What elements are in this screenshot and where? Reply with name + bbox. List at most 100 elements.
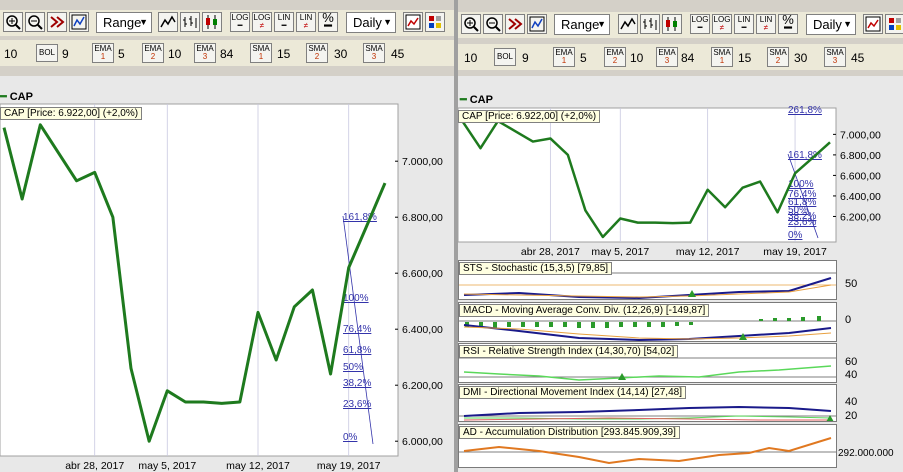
candlestick-icon[interactable] — [202, 12, 222, 32]
range-dropdown[interactable]: Range ▼ — [96, 12, 152, 33]
ad-pane[interactable]: AD - Accumulation Distribution [293.845.… — [458, 424, 837, 468]
sma2-button[interactable]: SMA 2 — [767, 47, 789, 67]
color-palette-icon[interactable] — [425, 12, 445, 32]
period-dropdown[interactable]: Daily ▼ — [806, 14, 856, 35]
chevron-down-icon: ▼ — [383, 17, 392, 27]
ema3-button[interactable]: EMA 3 — [194, 43, 216, 63]
stochastic-title: STS - Stochastic (15,3,5) [79,85] — [459, 262, 613, 275]
period-label: Daily — [353, 15, 382, 30]
y-tick-label: 6.200,00 — [840, 211, 881, 223]
ema1-value[interactable]: 5 — [118, 47, 125, 61]
range-label: Range — [103, 15, 142, 30]
zoom-in-icon[interactable] — [461, 14, 481, 34]
bol-label: BOL — [38, 48, 55, 57]
line-chart-icon[interactable] — [618, 14, 638, 34]
sma2-button[interactable]: SMA 2 — [306, 43, 328, 63]
linear-not-equal-icon[interactable]: LIN ≠ — [756, 14, 776, 34]
macd-pane[interactable]: MACD - Moving Average Conv. Div. (12,26,… — [458, 302, 837, 342]
sma3-index: 3 — [832, 56, 838, 65]
y-tick-label: 6.600,00 — [402, 268, 443, 280]
sma3-button[interactable]: SMA 3 — [824, 47, 846, 67]
log-not-equal-icon[interactable]: LOG ≠ — [712, 14, 732, 34]
log-scale-icon[interactable]: LOG ━ — [690, 14, 710, 34]
right-toolbar: Range ▼ LOG ━ LOG ≠ LIN ━ LIN ≠ % ━ Daily ▼ — [458, 12, 903, 38]
range-dropdown[interactable]: Range ▼ — [554, 14, 610, 35]
x-tick-label: may 12, 2017 — [226, 460, 290, 472]
ema2-index: 2 — [612, 56, 618, 65]
bollinger-button[interactable]: BOL — [494, 48, 516, 66]
ema2-value[interactable]: 10 — [630, 51, 643, 65]
ema2-value[interactable]: 10 — [168, 47, 181, 61]
ema2-button[interactable]: EMA 2 — [604, 47, 626, 67]
bar-chart-icon[interactable] — [180, 12, 200, 32]
ema2-button[interactable]: EMA 2 — [142, 43, 164, 63]
dmi-scale-20: 20 — [845, 410, 858, 422]
zoom-out-icon[interactable] — [25, 12, 45, 32]
dmi-pane[interactable]: DMI - Directional Movement Index (14,14)… — [458, 384, 837, 422]
ema1-button[interactable]: EMA 1 — [92, 43, 114, 63]
y-tick-label: 7.000,00 — [840, 129, 881, 141]
right-price-chart[interactable]: 261,8%161,8%100%76,4%61,8%50%38,2%23,6%0… — [458, 92, 903, 256]
bar-chart-icon[interactable] — [640, 14, 660, 34]
left-price-chart[interactable]: 161,8% 100% 76,4% 61,8% 50% 38,2% 23,6% 0% 7.00… — [0, 76, 454, 472]
ema1-button[interactable]: EMA 1 — [553, 47, 575, 67]
percent-scale-icon[interactable]: % ━ — [318, 11, 338, 32]
macd-title: MACD - Moving Average Conv. Div. (12,26,… — [459, 304, 710, 317]
color-palette-icon[interactable] — [885, 14, 903, 34]
ema3-value[interactable]: 84 — [681, 51, 694, 65]
zoom-out-icon[interactable] — [483, 14, 503, 34]
x-tick-label: may 5, 2017 — [138, 460, 196, 472]
chart-settings-icon[interactable] — [863, 14, 883, 34]
percent-scale-icon[interactable]: % ━ — [778, 13, 798, 34]
log-not-equal-icon[interactable]: LOG ≠ — [252, 12, 272, 32]
right-price-info: CAP [Price: 6.922,00] (+2,0%) — [458, 110, 601, 123]
sma1-button[interactable]: SMA 1 — [711, 47, 733, 67]
sma1-index: 1 — [258, 52, 264, 61]
bollinger-button[interactable]: BOL — [36, 44, 58, 62]
rsi-pane[interactable]: RSI - Relative Strength Index (14,30,70)… — [458, 343, 837, 383]
period-value[interactable]: 10 — [464, 51, 477, 65]
left-chart-canvas[interactable]: 161,8%100%76,4%61,8%50%38,2%23,6%0% 7.00… — [0, 76, 454, 472]
x-tick-label: may 5, 2017 — [591, 246, 649, 256]
line-chart-icon[interactable] — [158, 12, 178, 32]
dmi-title: DMI - Directional Movement Index (14,14)… — [459, 386, 686, 399]
sma2-value[interactable]: 30 — [794, 51, 807, 65]
chart-settings-icon[interactable] — [403, 12, 423, 32]
sma3-value[interactable]: 45 — [391, 47, 404, 61]
right-legend: ━ CAP — [460, 94, 493, 106]
ema1-value[interactable]: 5 — [580, 51, 587, 65]
log-scale-icon[interactable]: LOG ━ — [230, 12, 250, 32]
stochastic-pane[interactable]: STS - Stochastic (15,3,5) [79,85] — [458, 260, 837, 300]
rsi-scale-40: 40 — [845, 369, 858, 381]
fit-chart-icon[interactable] — [527, 14, 547, 34]
y-tick-label: 7.000,00 — [402, 156, 443, 168]
sma1-button[interactable]: SMA 1 — [250, 43, 272, 63]
sma1-value[interactable]: 15 — [738, 51, 751, 65]
y-tick-label: 6.200,00 — [402, 380, 443, 392]
x-tick-label: abr 28, 2017 — [65, 460, 124, 472]
ema1-index: 1 — [561, 56, 567, 65]
bol-value[interactable]: 9 — [522, 51, 529, 65]
linear-not-equal-icon[interactable]: LIN ≠ — [296, 12, 316, 32]
fit-chart-icon[interactable] — [69, 12, 89, 32]
fast-forward-icon[interactable] — [47, 12, 67, 32]
zoom-in-icon[interactable] — [3, 12, 23, 32]
bol-value[interactable]: 9 — [62, 47, 69, 61]
right-indicator-bar: 10 BOL 9 EMA 1 5 EMA 2 10 EMA 3 84 SMA 1 15 … — [458, 44, 903, 70]
period-value[interactable]: 10 — [4, 47, 17, 61]
linear-scale-icon[interactable]: LIN ━ — [274, 12, 294, 32]
candlestick-icon[interactable] — [662, 14, 682, 34]
period-dropdown[interactable]: Daily ▼ — [346, 12, 396, 33]
lin-label: LIN — [277, 13, 291, 22]
fib-level-label: 100% — [343, 293, 369, 304]
sma3-button[interactable]: SMA 3 — [363, 43, 385, 63]
sma1-value[interactable]: 15 — [277, 47, 290, 61]
y-tick-label: 6.400,00 — [402, 324, 443, 336]
ema3-value[interactable]: 84 — [220, 47, 233, 61]
ema3-button[interactable]: EMA 3 — [656, 47, 678, 67]
sma2-value[interactable]: 30 — [334, 47, 347, 61]
sma3-value[interactable]: 45 — [851, 51, 864, 65]
log-label: LOG — [691, 15, 709, 24]
fast-forward-icon[interactable] — [505, 14, 525, 34]
linear-scale-icon[interactable]: LIN ━ — [734, 14, 754, 34]
